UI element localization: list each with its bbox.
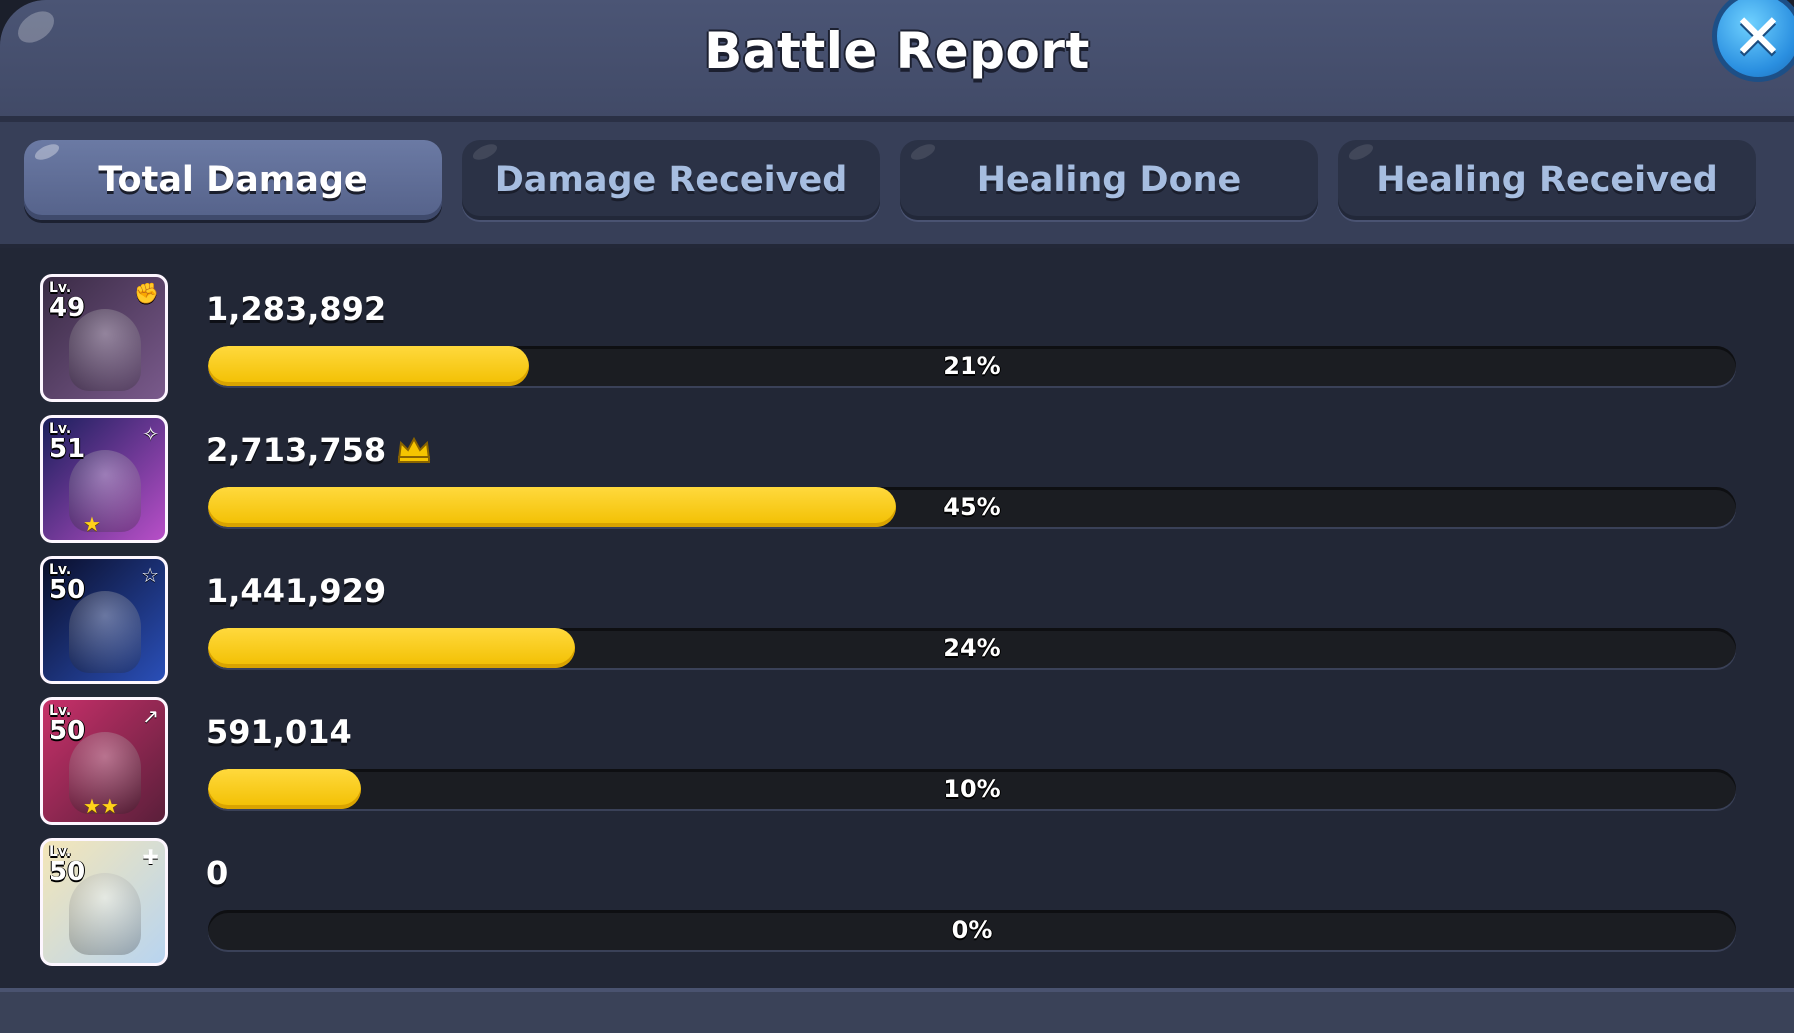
battle-report-window: Battle Report Total Damage Damage Receiv… [0,0,1794,1033]
damage-bar: 10% [208,769,1736,809]
magic-icon: ✧ [142,422,159,446]
tab-label: Damage Received [494,160,848,200]
tab-shine [32,141,62,163]
tab-label: Total Damage [98,160,368,200]
tab-shine [908,141,938,163]
tab-shine [1346,141,1376,163]
tab-total-damage[interactable]: Total Damage [24,140,442,220]
rank-stars: ★ [83,512,101,536]
header-bar: Battle Report [0,0,1794,122]
damage-row-1: Lv. 49 ✊ 1,283,892 21% [0,268,1794,408]
cookie-portrait[interactable]: Lv. 50 ✚ [40,838,168,966]
plus-icon: ✚ [142,845,159,869]
tab-healing-received[interactable]: Healing Received [1338,140,1756,220]
crown-icon [397,436,430,463]
cookie-portrait[interactable]: Lv. 50 ↗ ★★ [40,697,168,825]
damage-bar: 0% [208,910,1736,950]
damage-value: 591,014 [206,713,352,751]
tab-label: Healing Received [1376,160,1718,200]
level-number: 49 [49,293,86,323]
damage-row-2: Lv. 51 ✧ ★ 2,713,758 45% [0,409,1794,549]
cookie-portrait[interactable]: Lv. 51 ✧ ★ [40,415,168,543]
fist-icon: ✊ [134,281,159,305]
level-number: 50 [49,716,86,746]
tab-bar: Total Damage Damage Received Healing Don… [0,122,1794,248]
damage-bar: 24% [208,628,1736,668]
damage-bar: 45% [208,487,1736,527]
close-icon: ✕ [1732,0,1784,73]
damage-row-4: Lv. 50 ↗ ★★ 591,014 10% [0,691,1794,831]
level-number: 50 [49,575,86,605]
damage-percent: 21% [943,352,1001,380]
window-title: Battle Report [704,22,1090,80]
tab-damage-received[interactable]: Damage Received [462,140,880,220]
star-icon: ☆ [141,563,159,587]
damage-row-5: Lv. 50 ✚ 0 0% [0,832,1794,972]
damage-percent: 24% [943,634,1001,662]
damage-value: 1,441,929 [206,572,387,610]
damage-percent: 45% [943,493,1001,521]
footer-bar [0,988,1794,1033]
damage-value: 0 [206,854,229,892]
damage-row-3: Lv. 50 ☆ 1,441,929 24% [0,550,1794,690]
damage-bar: 21% [208,346,1736,386]
damage-value: 1,283,892 [206,290,387,328]
damage-value: 2,713,758 [206,431,387,469]
cookie-portrait[interactable]: Lv. 49 ✊ [40,274,168,402]
tab-label: Healing Done [976,160,1242,200]
rank-stars: ★★ [83,794,119,818]
damage-percent: 0% [951,916,993,944]
tab-healing-done[interactable]: Healing Done [900,140,1318,220]
damage-percent: 10% [943,775,1001,803]
dagger-icon: ↗ [142,704,159,728]
cookie-portrait[interactable]: Lv. 50 ☆ [40,556,168,684]
damage-list: Lv. 49 ✊ 1,283,892 21% Lv. 51 ✧ ★ 2,713,… [0,248,1794,988]
level-number: 51 [49,434,86,464]
level-number: 50 [49,857,86,887]
